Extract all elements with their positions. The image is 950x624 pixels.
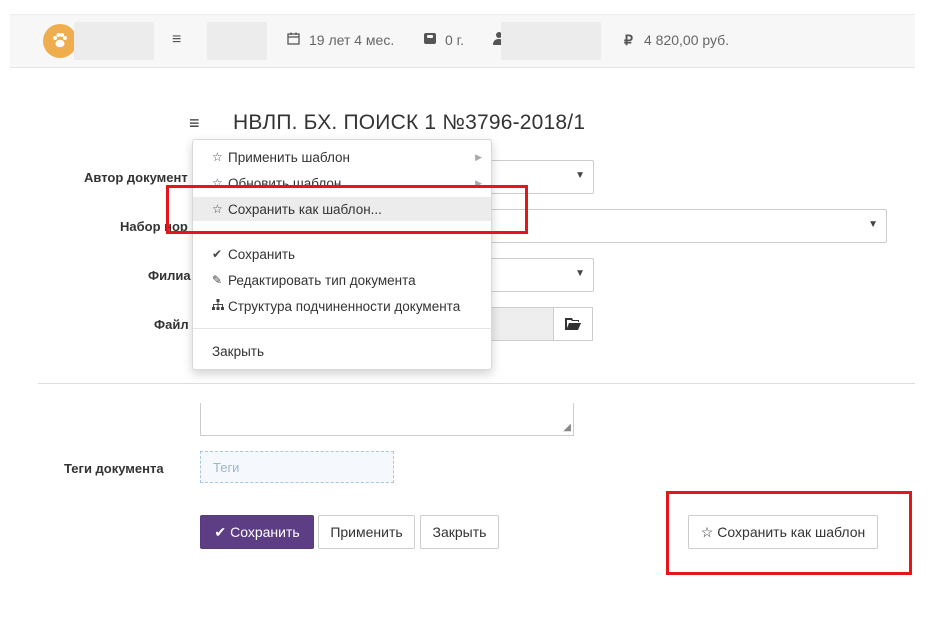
- save-button-label: Сохранить: [230, 524, 300, 540]
- menu-item-label: Закрыть: [212, 343, 264, 359]
- resize-grip-icon[interactable]: ◢: [563, 422, 571, 433]
- menu-item-label: Сохранить: [228, 246, 296, 262]
- ruble-icon: ₽: [624, 32, 633, 48]
- redacted-field: [207, 22, 267, 60]
- calendar-icon: [287, 32, 300, 48]
- sitemap-icon: [212, 299, 228, 313]
- highlight-box: [666, 491, 912, 575]
- branch-label: Филиа: [148, 268, 191, 283]
- browse-file-button[interactable]: [553, 307, 593, 341]
- divider: [38, 383, 915, 384]
- document-dropdown-menu: ☆ Применить шаблон ▶ ☆ Обновить шаблон ▶ ☆…: [192, 139, 492, 370]
- folder-open-icon: [565, 317, 581, 330]
- author-label: Автор документ: [84, 170, 188, 185]
- menu-item-label: Редактировать тип документа: [228, 272, 416, 288]
- edit-icon: ✎: [212, 273, 223, 287]
- save-button[interactable]: ✔ Сохранить: [200, 515, 314, 549]
- check-icon: ✔: [212, 247, 223, 261]
- balance-text: 4 820,00 руб.: [644, 32, 730, 48]
- tags-label: Теги документа: [64, 461, 164, 476]
- paw-logo-icon[interactable]: [43, 24, 77, 58]
- user-name-blurred: [74, 22, 154, 60]
- menu-icon[interactable]: ≡: [172, 31, 181, 49]
- top-bar: ≡ 19 лет 4 мес. 0 г. ₽ 4 820,00 руб.: [10, 14, 915, 68]
- branch-select[interactable]: ▼: [480, 258, 594, 292]
- chevron-down-icon: ▼: [868, 219, 878, 230]
- apply-button[interactable]: Применить: [318, 515, 415, 549]
- chevron-right-icon: ▶: [475, 151, 482, 162]
- check-icon: ✔: [214, 523, 227, 540]
- menu-divider: [193, 328, 491, 329]
- page-title: НВЛП. БХ. ПОИСК 1 №3796-2018/1: [233, 111, 586, 134]
- menu-item-label: Структура подчиненности документа: [228, 298, 461, 314]
- file-label: Файл: [154, 317, 189, 332]
- star-outline-icon: ☆: [212, 150, 223, 164]
- age-text: 19 лет 4 мес.: [309, 32, 395, 48]
- chevron-down-icon: ▼: [575, 170, 585, 181]
- description-textarea[interactable]: ◢: [200, 403, 574, 436]
- tags-input[interactable]: Теги: [200, 451, 394, 483]
- highlight-box: [166, 185, 528, 234]
- suitcase-icon: [423, 31, 437, 48]
- norms-select[interactable]: ▼: [480, 209, 887, 243]
- close-button[interactable]: Закрыть: [420, 515, 499, 549]
- chevron-down-icon: ▼: [575, 268, 585, 279]
- menu-item-close[interactable]: Закрыть: [193, 339, 491, 363]
- menu-item-edit-doc-type[interactable]: ✎ Редактировать тип документа: [193, 268, 491, 292]
- document-menu-icon[interactable]: ≡: [189, 113, 200, 134]
- menu-item-doc-structure[interactable]: Структура подчиненности документа: [193, 294, 491, 318]
- redacted-field: [501, 22, 601, 60]
- menu-item-save[interactable]: ✔ Сохранить: [193, 242, 491, 266]
- seniority-text: 0 г.: [445, 32, 464, 48]
- menu-item-apply-template[interactable]: ☆ Применить шаблон ▶: [193, 145, 491, 169]
- menu-item-label: Применить шаблон: [228, 149, 350, 165]
